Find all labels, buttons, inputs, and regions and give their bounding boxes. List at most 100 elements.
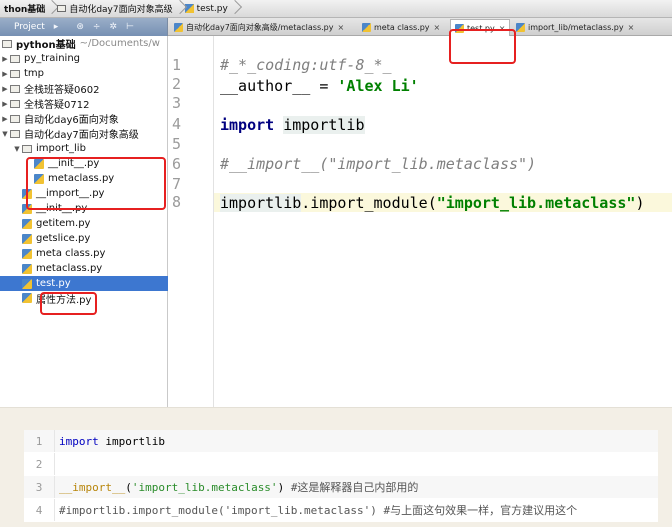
tree-item[interactable]: ▶ py_training [0,51,168,66]
tree-item-label: test.py [36,278,71,289]
snippet-row: 2 [24,453,658,475]
sync-icon[interactable]: ⊛ [76,22,84,32]
tree-item-label: getslice.py [36,233,91,244]
snippet-line-number: 1 [35,434,43,448]
tab-meta-class[interactable]: meta class.py × [358,19,444,36]
python-file-icon [516,23,525,32]
snippet-row: 3 __import__('import_lib.metaclass') #这是… [24,476,658,498]
operator: = [310,77,338,95]
expand-arrow-icon[interactable]: ▶ [0,115,10,123]
code-editor[interactable]: #_*_coding:utf-8_*_ __author__ = 'Alex L… [214,36,672,407]
line-number: 3 [172,94,182,112]
paren: ( [125,480,132,494]
folder-icon [10,99,20,108]
tree-item[interactable]: ▼ 自动化day7面向对象高级 [0,126,168,141]
folder-icon [10,114,20,123]
snippet-code [54,453,658,475]
line-number: 1 [172,56,182,74]
folder-icon [22,144,32,153]
paren: ) [635,194,645,212]
tree-item[interactable]: ▶ 自动化day6面向对象 [0,111,168,126]
collapse-arrow-icon[interactable]: ▼ [0,130,10,138]
tree-item[interactable]: ▼ import_lib [0,141,168,156]
python-file-icon [174,23,183,32]
close-icon[interactable]: × [434,23,441,32]
python-file-icon [22,293,32,303]
string-literal: 'import_lib.metaclass' [131,480,278,494]
breadcrumb-file[interactable]: test.py [183,0,230,18]
string-literal: "import_lib.metaclass" [436,194,636,212]
chevron-right-icon [175,0,183,18]
hide-icon[interactable]: ⊢ [126,22,134,32]
tree-item-label: getitem.py [36,218,91,229]
python-file-icon [22,218,32,229]
tree-item[interactable]: metaclass.py [0,261,168,276]
tree-root-path: ~/Documents/w [79,38,160,49]
tree-item-label: meta class.py [36,248,106,259]
tree-item[interactable]: ▶ 全栈班答疑0602 [0,81,168,96]
breadcrumb-folder[interactable]: 自动化day7面向对象高级 [55,0,174,18]
expand-arrow-icon[interactable]: ▶ [0,70,10,78]
code-line-1: #_*_coding:utf-8_*_ [220,56,392,74]
expand-arrow-icon[interactable]: ▶ [0,55,10,63]
tree-item-label: tmp [24,68,45,79]
project-tree: python基础 ~/Documents/w ▶ py_training ▶ tmp… [0,36,168,407]
project-label: Project [14,22,45,32]
annotation-box-tab [449,29,516,64]
python-file-icon [22,263,32,274]
expand-arrow-icon[interactable]: ▶ [0,100,10,108]
tree-item-selected[interactable]: test.py [0,276,168,291]
tree-item-label: import_lib [36,143,86,154]
gear-icon[interactable]: ✲ [109,22,117,32]
expand-arrow-icon[interactable]: ▶ [0,85,10,93]
code-line-6: #__import__("import_lib.metaclass") [220,155,537,173]
comment: #importlib.import_module('import_lib.met… [54,499,658,521]
collapse-icon[interactable]: ÷ [93,22,101,32]
tree-item[interactable]: ▶ tmp [0,66,168,81]
code-line-4: import importlib [220,116,365,134]
code-line-2: __author__ = 'Alex Li' [220,77,419,95]
chevron-right-icon [47,0,55,18]
module-name: importlib [220,194,302,212]
tree-item-label: metaclass.py [36,263,103,274]
tree-root[interactable]: python基础 ~/Documents/w [0,36,168,51]
tab-day7-metaclass[interactable]: 自动化day7面向对象高级/metaclass.py × [170,19,348,36]
snippet-row: 1 import importlib [24,430,658,452]
tree-item-label: 全栈答疑0712 [24,100,90,111]
project-panel-header[interactable]: Project ▸ ⊛ ÷ ✲ ⊢ [0,18,168,36]
breadcrumb-project[interactable]: thon基础 [2,0,47,18]
folder-icon [10,69,20,78]
tab-label: 自动化day7面向对象高级/metaclass.py [186,23,334,32]
dropdown-arrow-icon[interactable]: ▸ [54,22,59,32]
tree-root-label: python基础 [16,40,76,51]
tree-item[interactable]: getitem.py [0,216,168,231]
python-file-icon [22,278,32,289]
function-call: .import_module( [301,194,437,212]
close-icon[interactable]: × [628,23,635,32]
folder-icon [10,129,20,138]
navigation-bar: thon基础 自动化day7面向对象高级 test.py [0,0,672,18]
tree-item[interactable]: meta class.py [0,246,168,261]
paren: ) [277,480,291,494]
python-file-icon [22,233,32,244]
line-number: 2 [172,75,182,93]
tree-item[interactable]: ▶ 全栈答疑0712 [0,96,168,111]
tree-item-label: py_training [24,53,81,64]
line-number: 4 [172,115,182,133]
folder-icon [10,84,20,93]
keyword: import [59,434,99,448]
close-icon[interactable]: × [337,23,344,32]
line-number: 6 [172,155,182,173]
python-file-icon [362,23,371,32]
annotation-box-import-lib [26,157,166,210]
collapse-arrow-icon[interactable]: ▼ [12,145,22,153]
module-name: importlib [283,116,365,134]
snippet-row: 4 #importlib.import_module('import_lib.m… [24,499,658,521]
string-literal: 'Alex Li' [337,77,419,95]
tree-item[interactable]: getslice.py [0,231,168,246]
snippet-line-number: 3 [35,480,43,494]
line-number: 5 [172,135,182,153]
python-file-icon [22,248,32,259]
line-number: 7 [172,175,182,193]
tab-import-lib-metaclass[interactable]: import_lib/metaclass.py × [512,19,638,36]
